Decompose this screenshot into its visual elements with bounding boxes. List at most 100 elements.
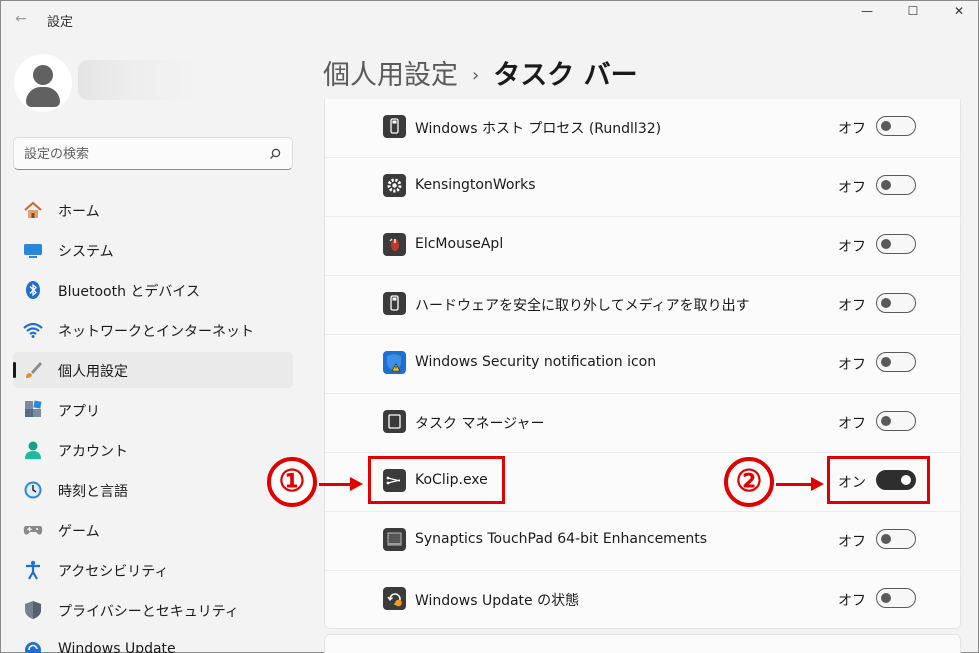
sidebar-item-label: ゲーム: [58, 524, 100, 540]
list-item: ElcMouseApl オフ: [325, 217, 962, 276]
usb-drive-icon: [383, 115, 406, 138]
search-icon[interactable]: [268, 147, 282, 161]
toggle-state-label: オフ: [838, 298, 866, 314]
sidebar-item-label: 時刻と言語: [58, 484, 128, 500]
toggle-state-label: オフ: [838, 357, 866, 373]
next-settings-card[interactable]: [324, 634, 961, 653]
taskbar-toggle[interactable]: [876, 293, 916, 313]
toggle-state-label: オフ: [838, 121, 866, 137]
account-icon: [25, 441, 41, 459]
search-box: [13, 137, 293, 170]
search-input[interactable]: [24, 144, 254, 164]
sidebar-item-label: アカウント: [58, 444, 128, 460]
title-bar: ← 設定 — ☐ ✕: [1, 1, 978, 39]
maximize-button[interactable]: ☐: [890, 1, 936, 21]
list-item: ハードウェアを安全に取り外してメディアを取り出す オフ: [325, 276, 962, 335]
close-button[interactable]: ✕: [936, 1, 979, 21]
taskbar-toggle[interactable]: [876, 588, 916, 608]
sidebar-item-label: システム: [58, 244, 114, 260]
list-item: Synaptics TouchPad 64-bit Enhancements オ…: [325, 512, 962, 571]
shield-icon: [25, 601, 41, 619]
sidebar-item-network[interactable]: ネットワークとインターネット: [13, 312, 293, 348]
home-icon: [24, 201, 42, 218]
breadcrumb-parent[interactable]: 個人用設定: [323, 60, 458, 91]
annotation-box-toggle: [827, 456, 930, 504]
back-button[interactable]: ←: [11, 9, 31, 29]
gear-icon: [383, 174, 406, 197]
sidebar-item-personalization[interactable]: 個人用設定: [13, 352, 293, 388]
list-item: KensingtonWorks オフ: [325, 158, 962, 217]
sidebar-item-system[interactable]: システム: [13, 232, 293, 268]
toggle-state-label: オフ: [838, 593, 866, 609]
app-name: ハードウェアを安全に取り外してメディアを取り出す: [415, 298, 750, 314]
mouse-icon: [383, 233, 406, 256]
gamepad-icon: [23, 526, 43, 535]
update-icon: [383, 587, 406, 610]
sidebar-item-accounts[interactable]: アカウント: [13, 432, 293, 468]
touchpad-icon: [383, 528, 406, 551]
app-name: Windows ホスト プロセス (Rundll32): [415, 121, 662, 137]
time-language-icon: [24, 481, 42, 499]
sidebar-item-label: Bluetooth とデバイス: [58, 284, 200, 300]
app-title: 設定: [47, 15, 74, 30]
taskbar-toggle[interactable]: [876, 529, 916, 549]
wifi-icon: [23, 322, 43, 338]
sidebar-item-gaming[interactable]: ゲーム: [13, 512, 293, 548]
sidebar-item-time-language[interactable]: 時刻と言語: [13, 472, 293, 508]
annotation-box-app-name: [368, 456, 505, 504]
sidebar-nav: ホーム システム Bluetooth とデバイス ネットワークとインターネット: [13, 192, 293, 653]
windows-update-icon: [25, 642, 41, 653]
sidebar-item-label: アクセシビリティ: [58, 564, 169, 580]
sidebar-item-home[interactable]: ホーム: [13, 192, 293, 228]
list-item: Windows Security notification icon オフ: [325, 335, 962, 394]
system-icon: [24, 244, 42, 258]
user-name-blurred: [78, 60, 198, 100]
accessibility-icon: [26, 560, 40, 580]
sidebar-item-label: ネットワークとインターネット: [58, 324, 254, 340]
taskbar-toggle[interactable]: [876, 116, 916, 136]
app-name: ElcMouseApl: [415, 236, 504, 252]
taskbar-toggle[interactable]: [876, 411, 916, 431]
sidebar-item-windows-update[interactable]: Windows Update: [13, 632, 293, 653]
taskbar-app-list: Windows ホスト プロセス (Rundll32) オフ Kensingto…: [324, 99, 962, 630]
sidebar-item-label: Windows Update: [58, 641, 176, 653]
toggle-state-label: オフ: [838, 180, 866, 196]
taskbar-toggle[interactable]: [876, 175, 916, 195]
brush-icon: [26, 362, 42, 378]
list-item: Windows Update の状態 オフ: [325, 571, 962, 630]
avatar: [14, 54, 72, 112]
taskbar-toggle[interactable]: [876, 234, 916, 254]
sidebar-item-label: プライバシーとセキュリティ: [58, 604, 239, 620]
sidebar-item-accessibility[interactable]: アクセシビリティ: [13, 552, 293, 588]
breadcrumb-separator: ›: [472, 65, 480, 86]
apps-icon: [25, 400, 42, 417]
breadcrumb: 個人用設定 › タスク バー: [323, 53, 638, 92]
annotation-number-1: ①: [267, 457, 317, 507]
app-name: Windows Update の状態: [415, 593, 580, 609]
app-name: タスク マネージャー: [415, 416, 545, 432]
annotation-arrow-2: [776, 477, 824, 491]
app-name: Synaptics TouchPad 64-bit Enhancements: [415, 531, 708, 547]
security-warning-icon: [383, 351, 406, 374]
page-title: タスク バー: [493, 60, 638, 91]
app-name: KensingtonWorks: [415, 177, 536, 193]
bluetooth-icon: [26, 281, 40, 299]
toggle-state-label: オフ: [838, 239, 866, 255]
list-item: タスク マネージャー オフ: [325, 394, 962, 453]
sidebar-item-label: ホーム: [58, 204, 100, 220]
sidebar-item-apps[interactable]: アプリ: [13, 392, 293, 428]
sidebar-item-bluetooth[interactable]: Bluetooth とデバイス: [13, 272, 293, 308]
list-item: Windows ホスト プロセス (Rundll32) オフ: [325, 99, 962, 158]
task-manager-icon: [383, 410, 406, 433]
toggle-state-label: オフ: [838, 534, 866, 550]
usb-drive-icon: [383, 292, 406, 315]
annotation-number-2: ②: [724, 457, 774, 507]
sidebar-item-privacy[interactable]: プライバシーとセキュリティ: [13, 592, 293, 628]
minimize-button[interactable]: —: [844, 1, 890, 21]
app-name: Windows Security notification icon: [415, 354, 657, 370]
toggle-state-label: オフ: [838, 416, 866, 432]
annotation-arrow-1: [319, 477, 363, 491]
settings-window: ← 設定 — ☐ ✕ ホーム システム: [0, 0, 979, 653]
taskbar-toggle[interactable]: [876, 352, 916, 372]
sidebar-item-label: 個人用設定: [58, 364, 128, 380]
